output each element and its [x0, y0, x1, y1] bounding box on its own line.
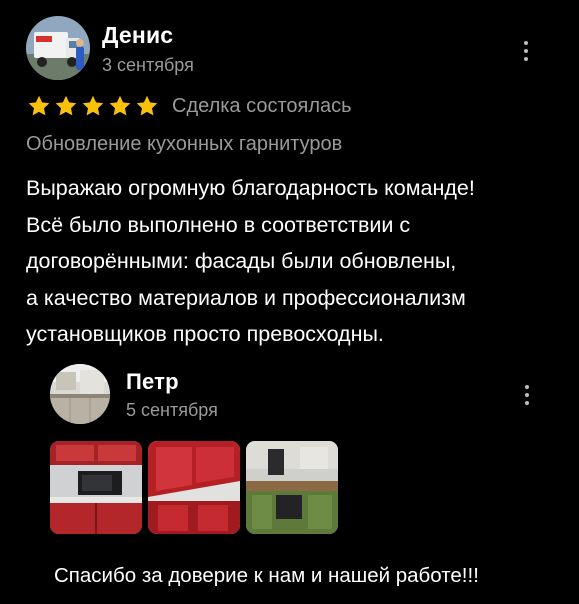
kitchen-photo-green-kitchen[interactable]	[246, 441, 338, 534]
review-text-line: Всё было выполнено в соответствии с	[26, 212, 411, 237]
star-icon	[26, 94, 52, 118]
review-text-line: Выражаю огромную благодарность команде!	[26, 176, 475, 200]
review-date: 3 сентября	[102, 55, 194, 75]
reply-photos	[50, 441, 338, 534]
kitchen-photo-red-microwave[interactable]	[50, 441, 142, 534]
kitchen-photo-red-cabinets[interactable]	[148, 441, 240, 534]
rating-row: Сделка состоялась	[26, 94, 352, 118]
reply-text: Спасибо за доверие к нам и нашей работе!…	[54, 564, 479, 587]
star-icon	[134, 94, 160, 118]
review-text-line: а качество материалов и профессионализм	[26, 285, 466, 310]
author-avatar[interactable]	[26, 16, 90, 80]
review-text: Выражаю огромную благодарность команде! …	[26, 170, 556, 353]
star-icon	[107, 94, 133, 118]
review-text-line: установщиков просто превосходны.	[26, 322, 384, 346]
author-name[interactable]: Денис	[102, 22, 173, 49]
service-name: Обновление кухонных гарнитуров	[26, 133, 343, 155]
rating-stars	[26, 94, 160, 118]
more-vert-icon[interactable]	[518, 37, 534, 65]
more-vert-icon[interactable]	[519, 381, 535, 409]
review-text-line: договорёнными: фасады были обновлены,	[26, 249, 457, 273]
deal-status: Сделка состоялась	[172, 94, 352, 117]
reply-date: 5 сентября	[126, 400, 218, 420]
reply-author-avatar[interactable]	[50, 364, 110, 424]
star-icon	[80, 94, 106, 118]
star-icon	[53, 94, 79, 118]
reply-author-name[interactable]: Петр	[126, 369, 179, 395]
